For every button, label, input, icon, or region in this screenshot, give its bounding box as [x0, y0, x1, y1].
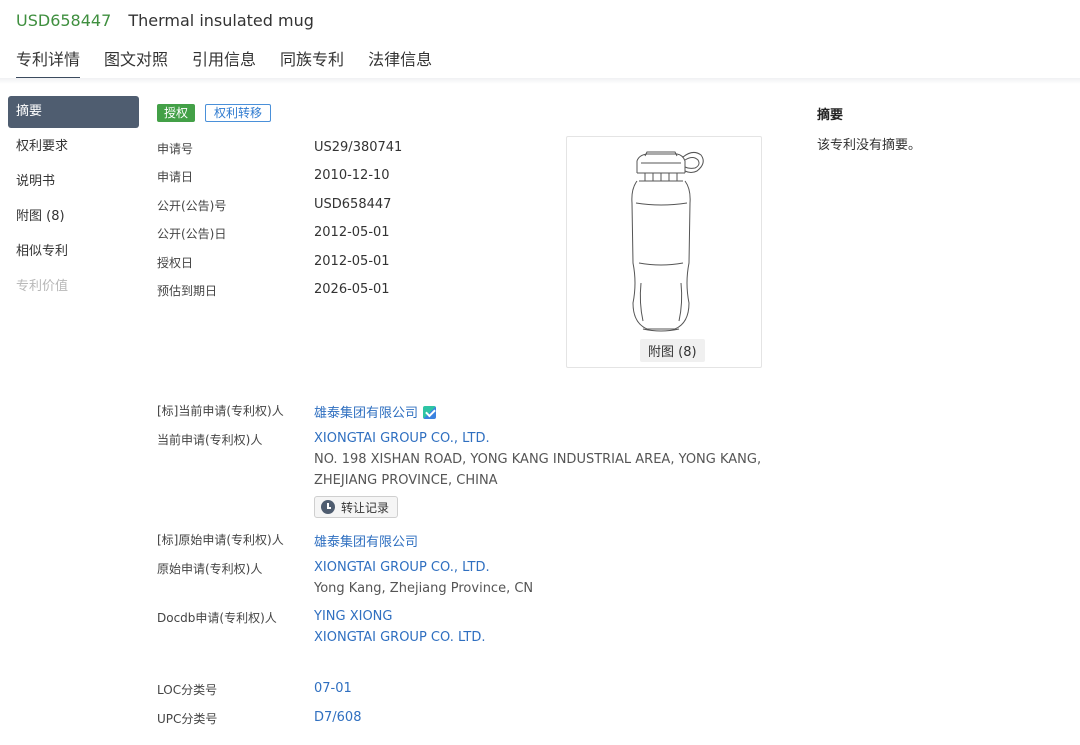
nav-item-value: 专利价值 — [16, 279, 69, 294]
original-applicant-link[interactable]: XIONGTAI GROUP CO., LTD. — [314, 560, 490, 575]
tab-text-image[interactable]: 图文对照 — [104, 46, 168, 80]
current-applicant-address-line2: ZHEJIANG PROVINCE, CHINA — [314, 473, 498, 488]
std-current-applicant-name[interactable]: 雄泰集团有限公司 — [314, 406, 418, 421]
field-value: USD658447 — [314, 197, 392, 212]
abstract-text: 该专利没有摘要。 — [817, 138, 922, 153]
patent-drawing[interactable]: 附图 (8) — [566, 136, 762, 368]
field-label: LOC分类号 — [157, 683, 218, 697]
nav-item-drawings[interactable]: 附图 (8) — [8, 201, 139, 236]
current-applicant-address-line1: NO. 198 XISHAN ROAD, YONG KANG INDUSTRIA… — [314, 452, 762, 467]
docdb-applicant-link-1[interactable]: YING XIONG — [314, 609, 392, 624]
transfer-badge[interactable]: 权利转移 — [205, 104, 272, 122]
drawing-caption[interactable]: 附图 (8) — [640, 339, 705, 362]
tab-family[interactable]: 同族专利 — [280, 46, 344, 80]
docdb-applicant-link-2[interactable]: XIONGTAI GROUP CO. LTD. — [314, 630, 486, 645]
tab-patent-details[interactable]: 专利详情 — [16, 46, 81, 80]
field-label: UPC分类号 — [157, 712, 218, 726]
current-applicant-link[interactable]: XIONGTAI GROUP CO., LTD. — [314, 431, 490, 446]
field-label: Docdb申请(专利权)人 — [157, 611, 277, 625]
field-label: 申请日 — [157, 170, 194, 184]
section-nav: 摘要 权利要求 说明书 附图 (8) 相似专利 专利价值 — [8, 96, 139, 306]
nav-item-claims[interactable]: 权利要求 — [8, 131, 139, 166]
field-value: 2012-05-01 — [314, 225, 390, 240]
detail-tabs: 专利详情 图文对照 引用信息 同族专利 法律信息 — [16, 46, 456, 80]
field-label: 授权日 — [157, 256, 194, 270]
transfer-record-button[interactable]: 转让记录 — [314, 496, 399, 518]
loc-class-link[interactable]: 07-01 — [314, 681, 352, 696]
status-badges: 授权 权利转移 — [157, 104, 272, 122]
tab-legal[interactable]: 法律信息 — [368, 46, 432, 80]
nav-item-description[interactable]: 说明书 — [8, 166, 139, 201]
nav-item-abstract[interactable]: 摘要 — [8, 96, 139, 128]
tab-citations[interactable]: 引用信息 — [192, 46, 256, 80]
patent-number: USD658447 — [16, 11, 112, 30]
field-label: 公开(公告)号 — [157, 199, 227, 213]
page-header: USD658447 Thermal insulated mug 专利详情 图文对… — [0, 0, 1080, 84]
mug-drawing-image — [631, 151, 704, 332]
patent-title-row: USD658447 Thermal insulated mug — [16, 11, 314, 30]
field-label: 申请号 — [157, 142, 194, 156]
patent-title: Thermal insulated mug — [128, 11, 314, 30]
company-check-icon[interactable] — [423, 406, 437, 419]
field-value: 2012-05-01 — [314, 254, 390, 269]
field-label: 公开(公告)日 — [157, 227, 227, 241]
granted-badge: 授权 — [157, 104, 196, 122]
original-applicant-address: Yong Kang, Zhejiang Province, CN — [314, 581, 534, 596]
std-current-applicant-link[interactable]: 雄泰集团有限公司 — [314, 402, 437, 421]
nav-item-similar[interactable]: 相似专利 — [8, 236, 139, 271]
field-label: [标]原始申请(专利权)人 — [157, 533, 284, 547]
field-value: 2010-12-10 — [314, 168, 390, 183]
field-label: [标]当前申请(专利权)人 — [157, 404, 284, 418]
field-label: 原始申请(专利权)人 — [157, 562, 263, 576]
header-divider — [0, 78, 1080, 84]
field-value: 2026-05-01 — [314, 282, 390, 297]
std-original-applicant-link[interactable]: 雄泰集团有限公司 — [314, 531, 418, 550]
clock-icon — [321, 500, 335, 514]
field-value: US29/380741 — [314, 140, 403, 155]
field-label: 预估到期日 — [157, 284, 218, 298]
abstract-heading: 摘要 — [817, 108, 844, 123]
transfer-record-label: 转让记录 — [341, 500, 390, 515]
field-label: 当前申请(专利权)人 — [157, 433, 263, 447]
upc-class-link[interactable]: D7/608 — [314, 710, 361, 725]
